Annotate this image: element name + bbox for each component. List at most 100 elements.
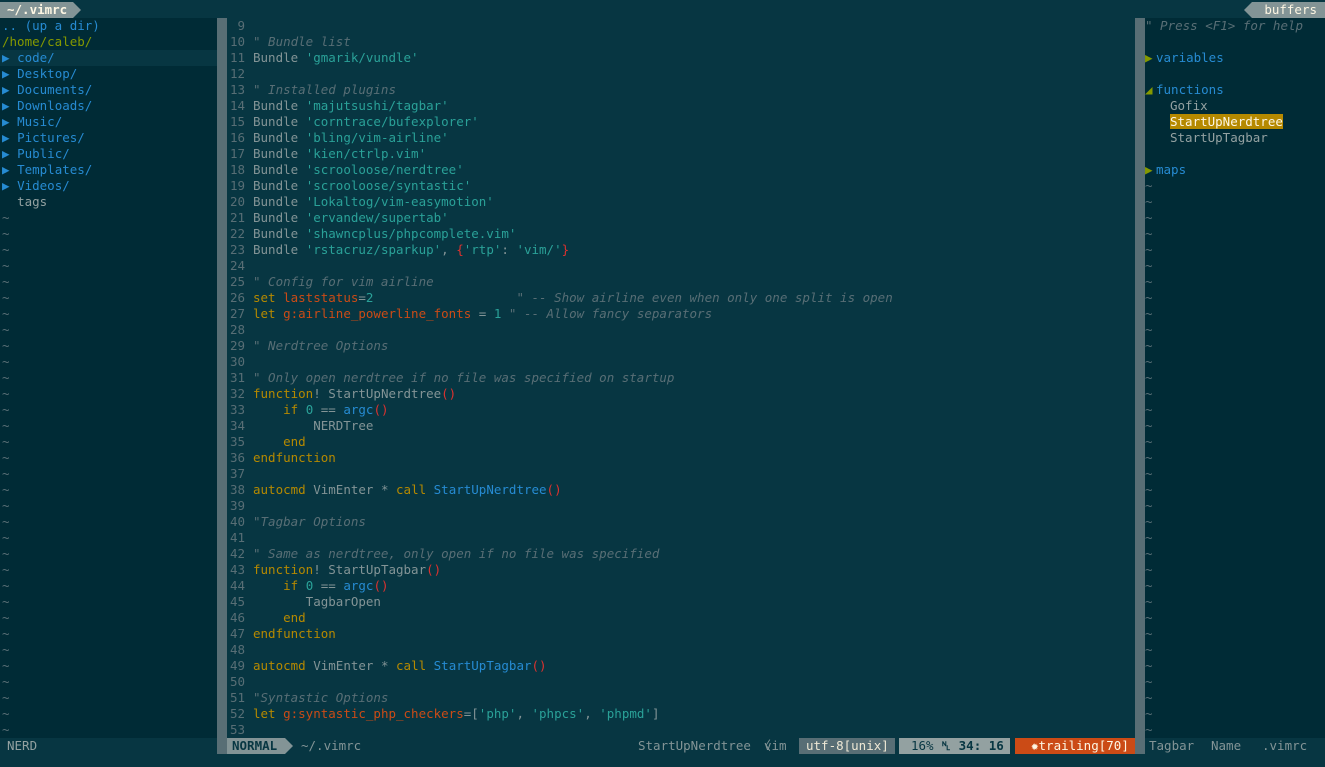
warning-icon: ✹ bbox=[1031, 738, 1039, 753]
code-line[interactable]: 25 " Config for vim airline bbox=[227, 274, 1135, 290]
code-line[interactable]: 41 bbox=[227, 530, 1135, 546]
code-line[interactable]: 43 function! StartUpTagbar() bbox=[227, 562, 1135, 578]
empty-line-tilde: ~ bbox=[1145, 242, 1153, 257]
code-line[interactable]: 19 Bundle 'scrooloose/syntastic' bbox=[227, 178, 1135, 194]
code-token: } bbox=[561, 242, 570, 257]
fold-marker-icon: ◢ bbox=[1145, 82, 1153, 97]
nerdtree-dir-item[interactable]: ▶ Pictures/ bbox=[0, 130, 217, 146]
code-line[interactable]: 27 let g:airline_powerline_fonts = 1 " --… bbox=[227, 306, 1135, 322]
code-line[interactable]: 50 bbox=[227, 674, 1135, 690]
tagbar-tag-item[interactable]: StartUpNerdtree bbox=[1145, 114, 1325, 130]
tagbar-kind-functions[interactable]: ◢ functions bbox=[1145, 82, 1325, 98]
code-token: () bbox=[373, 402, 389, 417]
nerdtree-dir-item[interactable]: ▶ code/ bbox=[0, 50, 217, 66]
editor-pane[interactable]: 9 10 " Bundle list 11 Bundle 'gmarik/vundle'… bbox=[227, 18, 1135, 738]
empty-line-tilde: ~ bbox=[1145, 594, 1153, 609]
code-line[interactable]: 38 autocmd VimEnter * call StartUpNerdtre… bbox=[227, 482, 1135, 498]
tagbar-pane[interactable]: " Press <F1> for help ▶ variables ◢ function… bbox=[1145, 18, 1325, 738]
code-line[interactable]: 11 Bundle 'gmarik/vundle' bbox=[227, 50, 1135, 66]
code-line[interactable]: 29 " Nerdtree Options bbox=[227, 338, 1135, 354]
code-line[interactable]: 16 Bundle 'bling/vim-airline' bbox=[227, 130, 1135, 146]
nerdtree-updir[interactable]: .. (up a dir) bbox=[0, 18, 217, 34]
code-line[interactable]: 44 if 0 == argc() bbox=[227, 578, 1135, 594]
code-line[interactable]: 17 Bundle 'kien/ctrlp.vim' bbox=[227, 146, 1135, 162]
folder-arrow-icon: ▶ bbox=[2, 130, 10, 145]
code-text: " Same as nerdtree, only open if no file… bbox=[253, 546, 659, 562]
nerdtree-dir-item[interactable]: ▶ Music/ bbox=[0, 114, 217, 130]
code-text: function! StartUpNerdtree() bbox=[253, 386, 456, 402]
code-token: Bundle bbox=[253, 130, 306, 145]
code-line[interactable]: 12 bbox=[227, 66, 1135, 82]
empty-line-tilde: ~ bbox=[1145, 418, 1153, 433]
code-line[interactable]: 52 let g:syntastic_php_checkers=['php', '… bbox=[227, 706, 1135, 722]
code-line[interactable]: 37 bbox=[227, 466, 1135, 482]
code-token: () bbox=[546, 482, 562, 497]
tagbar-tag-item[interactable]: Gofix bbox=[1145, 98, 1325, 114]
code-line[interactable]: 53 bbox=[227, 722, 1135, 738]
code-line[interactable]: 28 bbox=[227, 322, 1135, 338]
nerdtree-dir-item[interactable]: ▶ Public/ bbox=[0, 146, 217, 162]
line-number: 14 bbox=[229, 98, 245, 113]
vertical-split-right[interactable] bbox=[1135, 18, 1145, 738]
empty-line-tilde: ~ bbox=[2, 658, 10, 673]
nerdtree-dir-item[interactable]: ▶ Desktop/ bbox=[0, 66, 217, 82]
folder-arrow-icon: ▶ bbox=[2, 66, 10, 81]
code-line[interactable]: 45 TagbarOpen bbox=[227, 594, 1135, 610]
code-line[interactable]: 47 endfunction bbox=[227, 626, 1135, 642]
nerdtree-file-item[interactable]: tags bbox=[0, 194, 217, 210]
buffers-label[interactable]: buffers bbox=[1244, 2, 1325, 18]
code-token: Bundle bbox=[253, 210, 306, 225]
code-token: autocmd bbox=[253, 658, 314, 673]
empty-line-tilde: ~ bbox=[1145, 674, 1153, 689]
code-line[interactable]: 30 bbox=[227, 354, 1135, 370]
code-line[interactable]: 48 bbox=[227, 642, 1135, 658]
code-line[interactable]: 15 Bundle 'corntrace/bufexplorer' bbox=[227, 114, 1135, 130]
code-line[interactable]: 31 " Only open nerdtree if no file was sp… bbox=[227, 370, 1135, 386]
code-line[interactable]: 33 if 0 == argc() bbox=[227, 402, 1135, 418]
nerdtree-dir-item[interactable]: ▶ Templates/ bbox=[0, 162, 217, 178]
code-line[interactable]: 36 endfunction bbox=[227, 450, 1135, 466]
code-line[interactable]: 22 Bundle 'shawncplus/phpcomplete.vim' bbox=[227, 226, 1135, 242]
tagbar-kind-variables[interactable]: ▶ variables bbox=[1145, 50, 1325, 66]
code-line[interactable]: 32 function! StartUpNerdtree() bbox=[227, 386, 1135, 402]
code-token: "Syntastic Options bbox=[253, 690, 389, 705]
code-line[interactable]: 10 " Bundle list bbox=[227, 34, 1135, 50]
nerdtree-dir-item[interactable]: ▶ Documents/ bbox=[0, 82, 217, 98]
code-token: 'rtp' bbox=[463, 242, 502, 257]
nerdtree-dir-item[interactable]: ▶ Downloads/ bbox=[0, 98, 217, 114]
code-line[interactable]: 42 " Same as nerdtree, only open if no fi… bbox=[227, 546, 1135, 562]
code-token: endfunction bbox=[253, 450, 336, 465]
code-line[interactable]: 51 "Syntastic Options bbox=[227, 690, 1135, 706]
tab-vimrc[interactable]: ~/.vimrc bbox=[0, 2, 82, 18]
line-number: 12 bbox=[229, 66, 245, 81]
vertical-split-left[interactable] bbox=[217, 18, 227, 738]
tagbar-kind-label: variables bbox=[1156, 50, 1224, 65]
nerdtree-dir-label: Downloads/ bbox=[17, 98, 93, 113]
line-number: 16 bbox=[229, 130, 245, 145]
code-line[interactable]: 9 bbox=[227, 18, 1135, 34]
line-number: 36 bbox=[229, 450, 245, 465]
code-text: Bundle 'shawncplus/phpcomplete.vim' bbox=[253, 226, 516, 242]
code-line[interactable]: 49 autocmd VimEnter * call StartUpTagbar(… bbox=[227, 658, 1135, 674]
code-line[interactable]: 46 end bbox=[227, 610, 1135, 626]
code-line[interactable]: 21 Bundle 'ervandew/supertab' bbox=[227, 210, 1135, 226]
tagbar-tag-item[interactable]: StartUpTagbar bbox=[1145, 130, 1325, 146]
code-line[interactable]: 14 Bundle 'majutsushi/tagbar' bbox=[227, 98, 1135, 114]
code-line[interactable]: 26 set laststatus=2 " -- Show airline eve… bbox=[227, 290, 1135, 306]
code-line[interactable]: 34 NERDTree bbox=[227, 418, 1135, 434]
tagbar-kind-maps[interactable]: ▶ maps bbox=[1145, 162, 1325, 178]
nerdtree-pane[interactable]: .. (up a dir)/home/caleb/▶ code/▶ Deskto… bbox=[0, 18, 217, 738]
code-line[interactable]: 13 " Installed plugins bbox=[227, 82, 1135, 98]
code-line[interactable]: 39 bbox=[227, 498, 1135, 514]
code-token: VimEnter * bbox=[313, 482, 397, 497]
code-line[interactable]: 18 Bundle 'scrooloose/nerdtree' bbox=[227, 162, 1135, 178]
empty-line-tilde: ~ bbox=[1145, 290, 1153, 305]
nerdtree-dir-item[interactable]: ▶ Videos/ bbox=[0, 178, 217, 194]
code-line[interactable]: 24 bbox=[227, 258, 1135, 274]
code-line[interactable]: 40 "Tagbar Options bbox=[227, 514, 1135, 530]
code-token: () bbox=[531, 658, 547, 673]
code-line[interactable]: 35 end bbox=[227, 434, 1135, 450]
code-line[interactable]: 20 Bundle 'Lokaltog/vim-easymotion' bbox=[227, 194, 1135, 210]
code-line[interactable]: 23 Bundle 'rstacruz/sparkup', {'rtp': 'vi… bbox=[227, 242, 1135, 258]
